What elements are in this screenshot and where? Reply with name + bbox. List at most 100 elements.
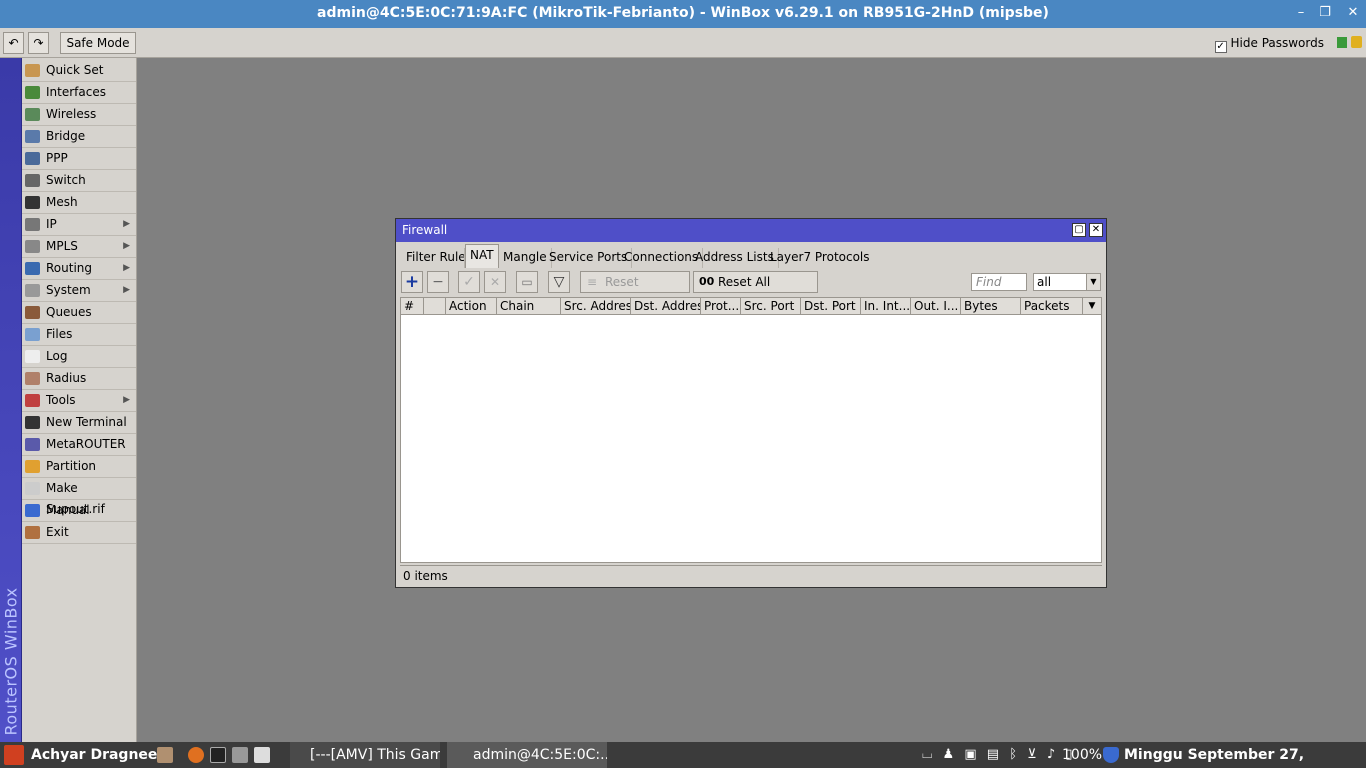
undo-button[interactable]: ↶: [3, 32, 24, 54]
sidebar-item-label: Wireless: [46, 107, 97, 121]
column-header-src-port[interactable]: Src. Port: [741, 298, 801, 314]
sidebar-item-switch[interactable]: Switch: [22, 170, 136, 192]
sidebar-item-system[interactable]: System ▶: [22, 280, 136, 302]
chevron-down-icon[interactable]: ▼: [1086, 274, 1100, 290]
column-header-number[interactable]: #: [401, 298, 424, 314]
sidebar-item-radius[interactable]: Radius: [22, 368, 136, 390]
file-manager-launcher-icon[interactable]: [157, 747, 173, 763]
sidebar-item-ip[interactable]: IP ▶: [22, 214, 136, 236]
column-header-protocol[interactable]: Prot...: [701, 298, 741, 314]
firewall-close-button[interactable]: ✕: [1089, 223, 1103, 237]
disk-icon[interactable]: ▣: [964, 747, 976, 762]
sidebar-item-label: Exit: [46, 525, 69, 539]
minimize-button[interactable]: –: [1288, 0, 1314, 28]
safe-mode-button[interactable]: Safe Mode: [60, 32, 136, 54]
firewall-title: Firewall: [402, 223, 448, 237]
reset-all-counters-button[interactable]: 00 Reset All Counters: [693, 271, 818, 309]
sidebar-item-metarouter[interactable]: MetaROUTER: [22, 434, 136, 456]
sidebar-item-queues[interactable]: Queues: [22, 302, 136, 324]
sidebar-item-manual[interactable]: Manual: [22, 500, 136, 522]
column-header-out-interface[interactable]: Out. I...: [911, 298, 961, 314]
close-button[interactable]: ✕: [1340, 0, 1366, 28]
sidebar-item-exit[interactable]: Exit: [22, 522, 136, 544]
main-toolbar: ↶ ↷ Safe Mode ✓ Hide Passwords: [0, 28, 1366, 58]
sidebar-item-ppp[interactable]: PPP: [22, 148, 136, 170]
restore-button[interactable]: ❐: [1312, 0, 1338, 28]
sidebar-item-tools[interactable]: Tools ▶: [22, 390, 136, 412]
sidebar-item-label: Files: [46, 327, 73, 341]
filter-select[interactable]: all ▼: [1033, 273, 1101, 291]
sidebar-item-files[interactable]: Files: [22, 324, 136, 346]
user-icon[interactable]: ♟: [943, 747, 955, 762]
taskbar: Achyar Dragneel [---[AMV] This Gam... ad…: [0, 742, 1366, 768]
column-header-chain[interactable]: Chain: [497, 298, 561, 314]
system-icon: [25, 284, 40, 297]
sidebar-item-mesh[interactable]: Mesh: [22, 192, 136, 214]
filter-button[interactable]: ▽: [548, 271, 570, 293]
submenu-arrow-icon: ▶: [123, 395, 130, 405]
taskbar-user[interactable]: Achyar Dragneel: [31, 742, 162, 768]
start-menu-icon[interactable]: [4, 745, 24, 765]
volume-icon[interactable]: ♪: [1047, 747, 1055, 762]
sidebar-item-make-supout-rif[interactable]: Make Supout.rif: [22, 478, 136, 516]
remove-button[interactable]: −: [427, 271, 449, 293]
add-button[interactable]: +: [401, 271, 423, 293]
shield-icon[interactable]: [1103, 747, 1119, 763]
sidebar-item-quick-set[interactable]: Quick Set: [22, 60, 136, 82]
lan-icon[interactable]: ⊻: [1027, 747, 1037, 762]
tab-mangle[interactable]: Mangle: [499, 248, 552, 268]
supout-icon: [25, 482, 40, 495]
clock[interactable]: Minggu September 27, 19:49:02: [1124, 742, 1366, 768]
task-video-player[interactable]: [---[AMV] This Gam...: [290, 742, 440, 768]
reset-counters-button[interactable]: ≡ Reset Counters: [580, 271, 690, 309]
reset-all-counters-icon: 00: [699, 275, 715, 288]
submenu-arrow-icon: ▶: [123, 241, 130, 251]
clipboard-icon[interactable]: ▤: [987, 747, 999, 762]
tab-layer7-protocols[interactable]: Layer7 Protocols: [766, 248, 874, 268]
hide-passwords-checkbox[interactable]: ✓: [1214, 41, 1227, 53]
tab-nat[interactable]: NAT: [465, 244, 499, 268]
sidebar-item-new-terminal[interactable]: New Terminal: [22, 412, 136, 434]
nat-rules-table: # Action Chain Src. Address Dst. Address…: [400, 297, 1102, 563]
firewall-titlebar[interactable]: Firewall ▢ ✕: [396, 219, 1106, 242]
enable-button[interactable]: ✓: [458, 271, 480, 293]
sidebar-item-partition[interactable]: Partition: [22, 456, 136, 478]
mesh-icon: [25, 196, 40, 209]
task-winbox[interactable]: admin@4C:5E:0C:...: [447, 742, 607, 768]
sidebar-item-bridge[interactable]: Bridge: [22, 126, 136, 148]
folder-launcher-icon[interactable]: [254, 747, 270, 763]
window-title: admin@4C:5E:0C:71:9A:FC (MikroTik-Febria…: [317, 5, 1049, 21]
sidebar-item-label: IP: [46, 217, 57, 231]
sidebar-menu: Quick Set Interfaces Wireless Bridge PPP Swit…: [22, 58, 137, 742]
column-header-src-address[interactable]: Src. Address: [561, 298, 631, 314]
firewall-maximize-button[interactable]: ▢: [1072, 223, 1086, 237]
redo-button[interactable]: ↷: [28, 32, 49, 54]
sidebar-item-interfaces[interactable]: Interfaces: [22, 82, 136, 104]
column-header-flags[interactable]: [424, 298, 446, 314]
comment-button[interactable]: ▭: [516, 271, 538, 293]
terminal-launcher-icon[interactable]: [210, 747, 226, 763]
column-header-bytes[interactable]: Bytes: [961, 298, 1021, 314]
tab-filter-rules[interactable]: Filter Rules: [402, 248, 465, 268]
network-icon[interactable]: ⌴: [922, 747, 932, 762]
sidebar-item-wireless[interactable]: Wireless: [22, 104, 136, 126]
bluetooth-icon[interactable]: ᛒ: [1009, 747, 1017, 762]
sidebar-item-mpls[interactable]: MPLS ▶: [22, 236, 136, 258]
column-header-dst-address[interactable]: Dst. Address: [631, 298, 701, 314]
sidebar-item-log[interactable]: Log: [22, 346, 136, 368]
disable-button[interactable]: ✕: [484, 271, 506, 293]
find-input[interactable]: Find: [971, 273, 1027, 291]
ip-icon: [25, 218, 40, 231]
column-header-packets[interactable]: Packets: [1021, 298, 1083, 314]
sidebar-item-routing[interactable]: Routing ▶: [22, 258, 136, 280]
column-header-in-interface[interactable]: In. Int...: [861, 298, 911, 314]
winbox-brand-text: RouterOS WinBox: [1, 587, 21, 736]
x-icon: ✕: [489, 275, 501, 289]
column-chooser-icon[interactable]: ▼: [1083, 298, 1101, 314]
column-header-action[interactable]: Action: [446, 298, 497, 314]
screenshot-launcher-icon[interactable]: [232, 747, 248, 763]
sidebar-item-label: Tools: [46, 393, 76, 407]
hide-passwords-toggle[interactable]: ✓ Hide Passwords: [1214, 36, 1324, 53]
firefox-launcher-icon[interactable]: [188, 747, 204, 763]
column-header-dst-port[interactable]: Dst. Port: [801, 298, 861, 314]
